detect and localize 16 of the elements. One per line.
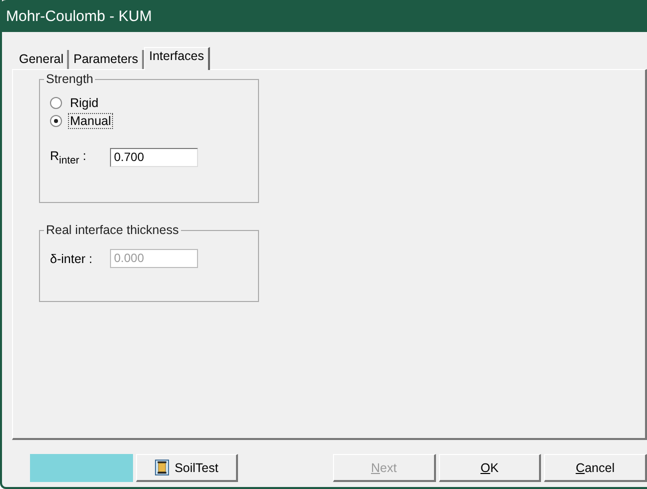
- tab[interactable]: Interfaces: [144, 47, 210, 70]
- field-label: R$_{inter}$ :: [50, 148, 88, 166]
- window-title: Mohr-Coulomb - KUM: [6, 8, 152, 24]
- input-field[interactable]: 0.700: [110, 148, 198, 167]
- radio-button[interactable]: [50, 97, 62, 109]
- field-label: δ-inter :: [50, 252, 94, 266]
- group-title: Real interface thickness: [44, 223, 181, 237]
- radio-label[interactable]: Rigid: [68, 95, 100, 111]
- soiltest-button[interactable]: SoilTest: [136, 454, 238, 482]
- dialog-button[interactable]: Cancel: [544, 454, 647, 482]
- radio-label[interactable]: Manual: [68, 113, 113, 129]
- group-title: Strength: [44, 72, 96, 86]
- radio-button[interactable]: [50, 115, 62, 127]
- dialog-button[interactable]: OK: [438, 454, 542, 482]
- color-button[interactable]: [30, 454, 133, 482]
- cylinder-icon: [154, 459, 169, 476]
